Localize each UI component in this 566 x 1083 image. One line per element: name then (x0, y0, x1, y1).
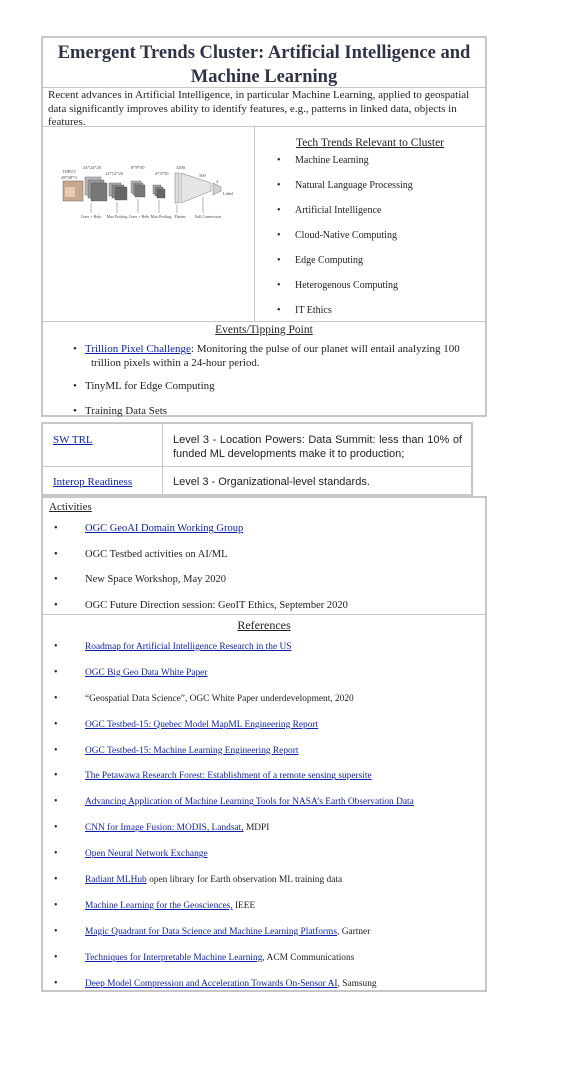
tech-trend-item: Heterogenous Computing (255, 279, 485, 304)
list-item: Techniques for Interpretable Machine Lea… (43, 951, 485, 978)
list-item: OGC Testbed activities on AI/ML (43, 548, 485, 574)
list-item: OGC Future Direction session: GeoIT Ethi… (43, 599, 485, 615)
interop-readiness-cell: Interop Readiness (43, 467, 163, 496)
cnn-architecture-illustration: INPUT 28*28*3 24*24*20 12*12*20 8*8*50 4… (61, 165, 234, 219)
list-item: OGC Testbed-15: Quebec Model MapML Engin… (43, 718, 485, 745)
input-label: INPUT (63, 169, 77, 174)
list-item: Advancing Application of Machine Learnin… (43, 795, 485, 822)
layer-label-2: Max Pooling (107, 214, 128, 219)
reference-text: IEEE (232, 900, 256, 911)
reference-text: , Gartner (337, 926, 371, 937)
tech-trend-item: Natural Language Processing (255, 179, 485, 204)
reference-link[interactable]: OGC Big Geo Data White Paper (85, 668, 207, 678)
reference-link[interactable]: Roadmap for Artificial Intelligence Rese… (85, 642, 291, 652)
reference-link[interactable]: Magic Quadrant for Data Science and Mach… (85, 927, 337, 937)
reference-link[interactable]: The Petawawa Research Forest: Establishm… (85, 771, 372, 781)
references-heading: References (237, 618, 291, 632)
sw-trl-link[interactable]: SW TRL (53, 434, 93, 446)
output-label: Label (223, 191, 234, 196)
reference-link[interactable]: Open Neural Network Exchange (85, 849, 208, 859)
list-item: New Space Workshop, May 2020 (43, 573, 485, 599)
reference-text: , ACM Communications (262, 952, 355, 963)
list-item: Open Neural Network Exchange (43, 847, 485, 874)
tech-trends-heading: Tech Trends Relevant to Cluster (295, 137, 445, 149)
layer-label-4: Max Pooling (151, 214, 172, 219)
reference-text: MDPI (243, 823, 270, 834)
list-item: CNN for Image Fusion: MODIS, Landsat, MD… (43, 821, 485, 848)
sw-trl-cell: SW TRL (43, 424, 163, 466)
reference-link[interactable]: CNN for Image Fusion: MODIS, Landsat, (85, 823, 244, 833)
dim-label-1: 24*24*20 (83, 165, 102, 170)
activities-section: Activities OGC GeoAI Domain Working Grou… (43, 498, 485, 615)
activities-list: OGC GeoAI Domain Working Group OGC Testb… (43, 522, 485, 615)
reference-link[interactable]: Advancing Application of Machine Learnin… (85, 797, 414, 807)
reference-text: , Samsung (337, 978, 377, 989)
interop-readiness-value: Level 3 - Organizational-level standards… (173, 476, 370, 488)
dim-label-2: 12*12*20 (105, 171, 124, 176)
reference-link[interactable]: OGC Testbed-15: Quebec Model MapML Engin… (85, 720, 318, 730)
list-item: Roadmap for Artificial Intelligence Rese… (43, 640, 485, 667)
list-item: OGC Big Geo Data White Paper (43, 666, 485, 693)
tech-trend-item: Machine Learning (255, 154, 485, 179)
tech-trend-item: IT Ethics (255, 304, 485, 321)
list-item: Machine Learning for the Geosciences, IE… (43, 899, 485, 926)
list-item: “Geospatial Data Science”, OGC White Pap… (43, 692, 485, 719)
events-list: Trillion Pixel Challenge: Monitoring the… (43, 342, 485, 418)
reference-link[interactable]: Techniques for Interpretable Machine Lea… (85, 953, 262, 963)
list-item: Deep Model Compression and Acceleration … (43, 977, 485, 990)
activities-heading: Activities (49, 501, 92, 513)
list-item: The Petawawa Research Forest: Establishm… (43, 769, 485, 796)
overview-middle-row: INPUT 28*28*3 24*24*20 12*12*20 8*8*50 4… (43, 125, 485, 322)
layer-label-5: Flatten (174, 214, 185, 219)
references-list: Roadmap for Artificial Intelligence Rese… (43, 640, 485, 990)
layer-label-3: Conv + Relu (129, 214, 149, 219)
interop-readiness-link[interactable]: Interop Readiness (53, 476, 132, 488)
cnn-diagram: INPUT 28*28*3 24*24*20 12*12*20 8*8*50 4… (43, 125, 255, 321)
list-item: OGC Testbed-15: Machine Learning Enginee… (43, 744, 485, 771)
event-item: TinyML for Edge Computing (43, 379, 485, 393)
reference-link[interactable]: Deep Model Compression and Acceleration … (85, 979, 338, 989)
events-heading: Events/Tipping Point (215, 324, 313, 336)
event-item-text-continued: trillion pixels within a 24-hour period. (91, 357, 260, 369)
table-row: Interop Readiness Level 3 - Organization… (43, 467, 471, 496)
references-section: References Roadmap for Artificial Intell… (43, 615, 485, 990)
page-title: Emergent Trends Cluster: Artificial Inte… (43, 38, 485, 88)
dim-label-3: 8*8*50 (131, 165, 145, 170)
reference-text: open library for Earth observation ML tr… (146, 875, 343, 886)
ogc-geoai-dwg-link[interactable]: OGC GeoAI Domain Working Group (85, 523, 243, 534)
layer-label-1: Conv + Relu (81, 214, 101, 219)
dim-label-6: 500 (199, 173, 207, 178)
tech-trends-section: Tech Trends Relevant to Cluster Machine … (255, 125, 485, 321)
event-item-text: : Monitoring the pulse of our planet wil… (190, 343, 460, 355)
tech-trends-list: Machine Learning Natural Language Proces… (255, 154, 485, 321)
dim-label-5: 3200 (176, 165, 186, 170)
sw-trl-value: Level 3 - Location Powers: Data Summit: … (173, 434, 462, 460)
tech-trend-item: Edge Computing (255, 254, 485, 279)
readiness-table: SW TRL Level 3 - Location Powers: Data S… (41, 422, 473, 496)
intro-text: Recent advances in Artificial Intelligen… (43, 88, 485, 128)
input-size-label: 28*28*3 (61, 175, 78, 180)
list-item: Magic Quadrant for Data Science and Mach… (43, 925, 485, 952)
tech-trend-item: Artificial Intelligence (255, 204, 485, 229)
cluster-overview-panel: Emergent Trends Cluster: Artificial Inte… (41, 36, 487, 418)
activities-references-panel: Activities OGC GeoAI Domain Working Grou… (41, 496, 487, 992)
tech-trend-item: Cloud-Native Computing (255, 229, 485, 254)
reference-link[interactable]: Radiant MLHub (85, 875, 147, 885)
reference-text: “Geospatial Data Science”, OGC White Pap… (85, 693, 354, 704)
table-row: SW TRL Level 3 - Location Powers: Data S… (43, 424, 471, 467)
layer-label-6: Full Connection (195, 214, 221, 219)
event-item: Trillion Pixel Challenge: Monitoring the… (43, 342, 485, 370)
list-item: OGC GeoAI Domain Working Group (43, 522, 485, 548)
dim-label-7: 2 (216, 179, 218, 184)
list-item: Radiant MLHub open library for Earth obs… (43, 873, 485, 900)
reference-link[interactable]: Machine Learning for the Geosciences, (85, 901, 233, 911)
events-section: Events/Tipping Point Trillion Pixel Chal… (43, 322, 485, 418)
trillion-pixel-challenge-link[interactable]: Trillion Pixel Challenge (85, 343, 191, 355)
reference-link[interactable]: OGC Testbed-15: Machine Learning Enginee… (85, 746, 298, 756)
event-item: Training Data Sets (43, 404, 485, 418)
dim-label-4: 4*4*50 (155, 171, 169, 176)
